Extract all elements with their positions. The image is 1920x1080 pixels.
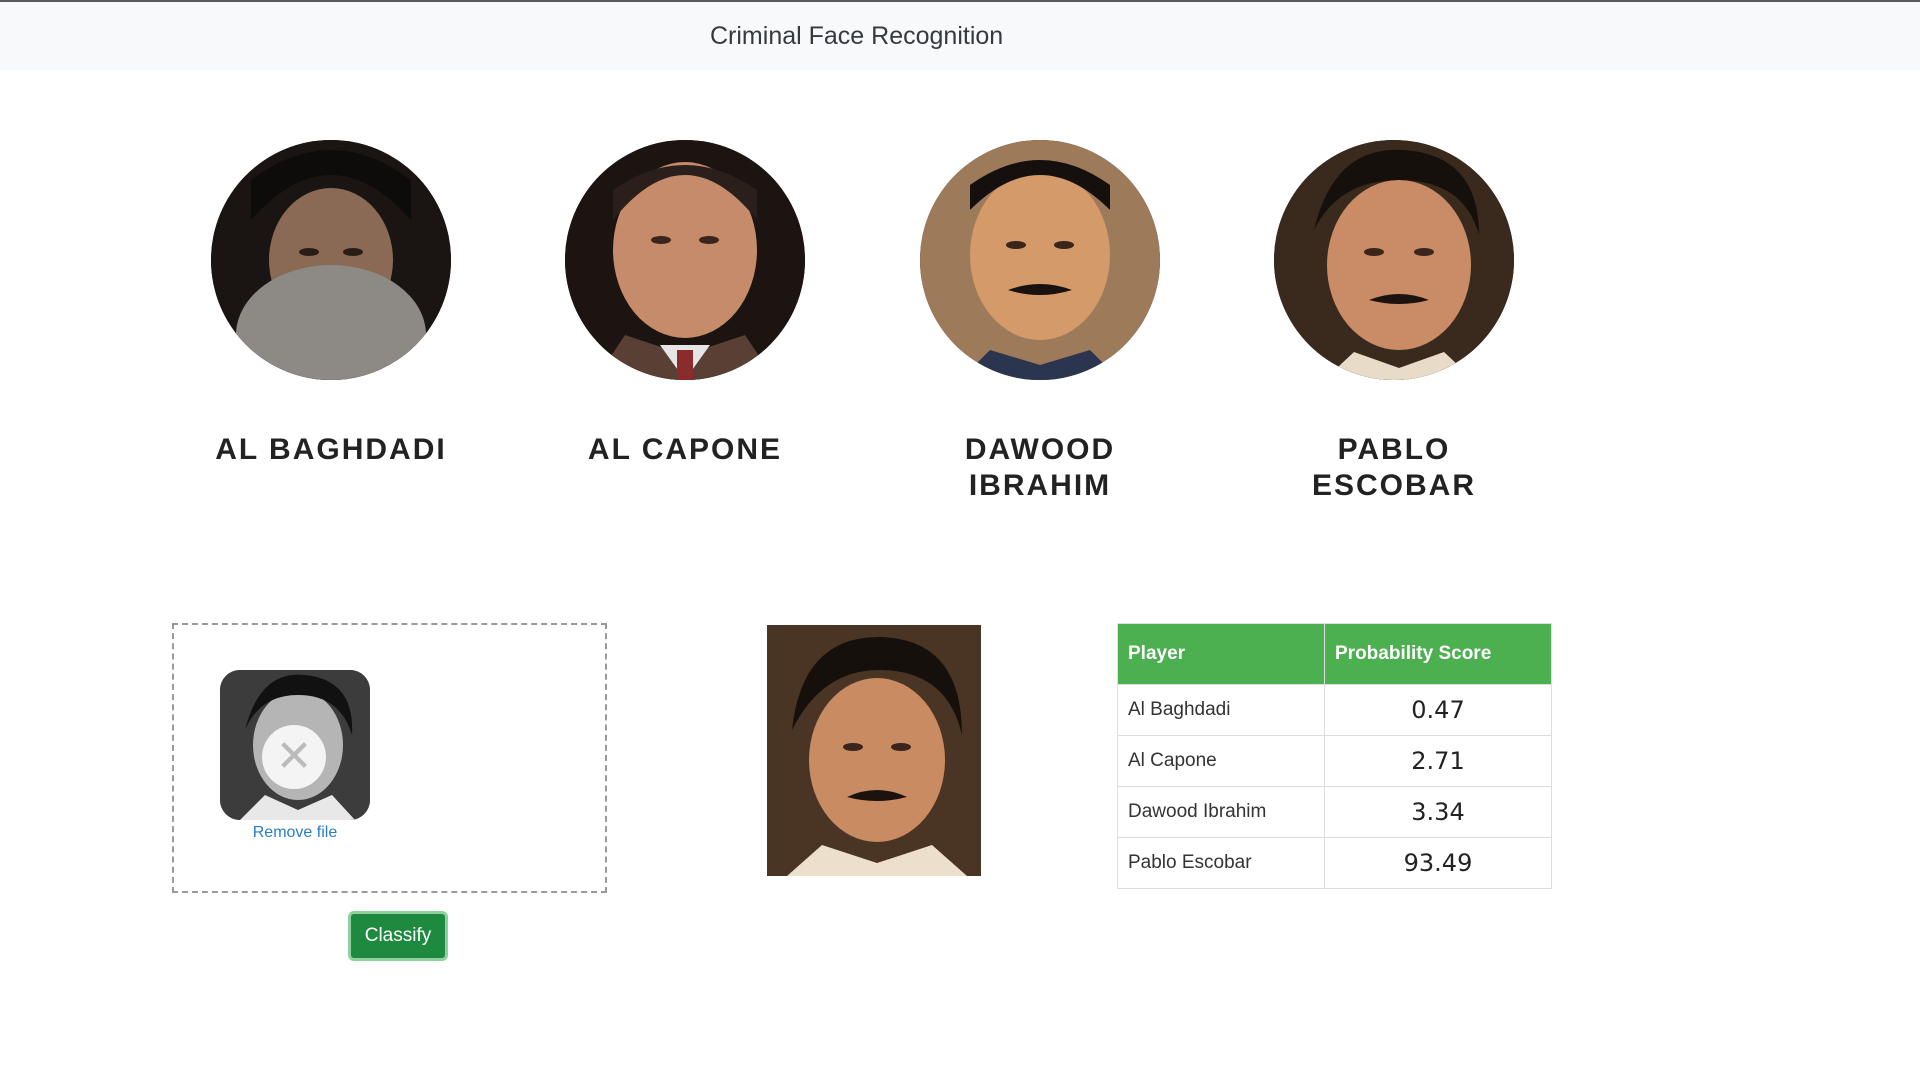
table-row: Dawood Ibrahim 3.34	[1117, 786, 1552, 838]
matched-criminal-photo	[767, 625, 981, 876]
criminal-card-dawood-ibrahim: DAWOOD IBRAHIM	[910, 140, 1170, 504]
score-cell: 3.34	[1324, 786, 1552, 838]
close-icon[interactable]: ✕	[262, 725, 326, 789]
uploaded-file-preview: ✕ Remove file	[220, 670, 370, 842]
score-column-header: Probability Score	[1324, 623, 1552, 685]
table-header-row: Player Probability Score	[1117, 623, 1552, 685]
criminal-name: AL BAGHDADI	[215, 433, 447, 466]
score-cell: 93.49	[1324, 837, 1552, 889]
table-row: Al Capone 2.71	[1117, 735, 1552, 787]
avatar	[1274, 140, 1514, 380]
avatar	[920, 140, 1160, 380]
criminal-card-al-capone: AL CAPONE	[555, 140, 815, 468]
table-row: Pablo Escobar 93.49	[1117, 837, 1552, 889]
criminal-card-al-baghdadi: AL BAGHDADI	[201, 140, 461, 468]
criminal-name: PABLO ESCOBAR	[1311, 433, 1476, 502]
criminal-name: DAWOOD IBRAHIM	[964, 433, 1116, 502]
probability-table: Player Probability Score Al Baghdadi 0.4…	[1117, 623, 1552, 889]
avatar	[565, 140, 805, 380]
upload-dropzone[interactable]: ✕ Remove file	[172, 623, 607, 893]
avatar	[211, 140, 451, 380]
player-column-header: Player	[1117, 623, 1325, 685]
criminal-name: AL CAPONE	[587, 433, 783, 466]
app-title: Criminal Face Recognition	[710, 22, 1004, 50]
criminal-card-pablo-escobar: PABLO ESCOBAR	[1264, 140, 1524, 504]
classify-button[interactable]: Classify	[348, 911, 448, 961]
score-cell: 0.47	[1324, 684, 1552, 736]
remove-file-link[interactable]: Remove file	[220, 824, 370, 842]
player-cell: Dawood Ibrahim	[1117, 786, 1325, 838]
score-cell: 2.71	[1324, 735, 1552, 787]
player-cell: Al Baghdadi	[1117, 684, 1325, 736]
player-cell: Pablo Escobar	[1117, 837, 1325, 889]
player-cell: Al Capone	[1117, 735, 1325, 787]
uploaded-image-thumbnail: ✕	[220, 670, 370, 820]
navbar: Criminal Face Recognition	[0, 0, 1920, 70]
table-row: Al Baghdadi 0.47	[1117, 684, 1552, 736]
